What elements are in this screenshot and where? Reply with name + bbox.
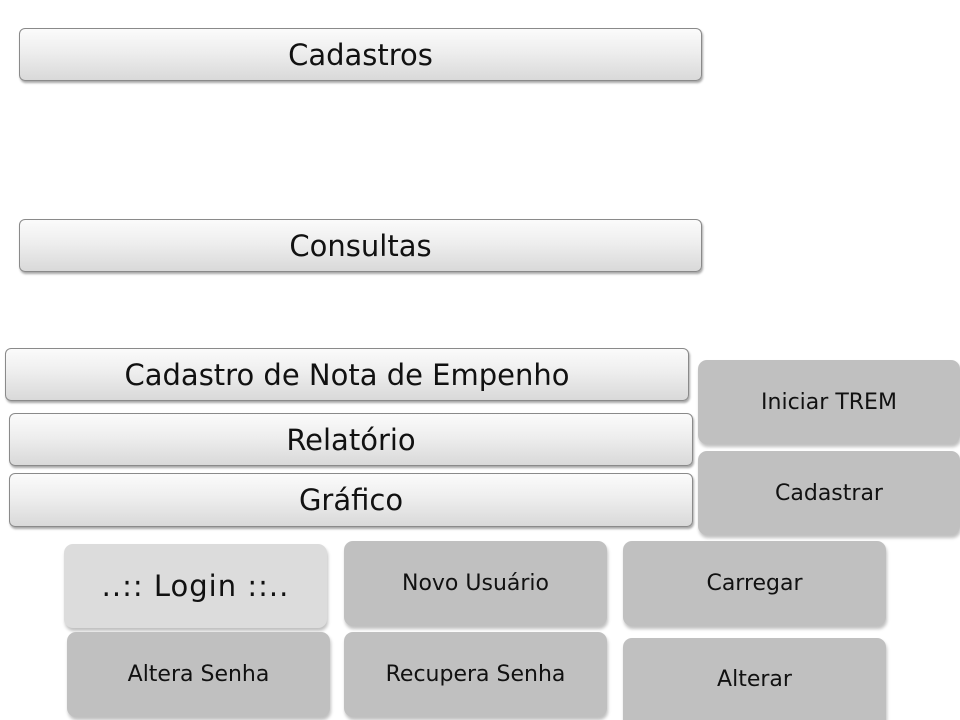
carregar-label: Carregar: [706, 571, 803, 596]
iniciar-trem-button[interactable]: Iniciar TREM: [698, 360, 960, 444]
cadastrar-button[interactable]: Cadastrar: [698, 451, 960, 535]
novo-usuario-label: Novo Usuário: [402, 571, 549, 596]
carregar-button[interactable]: Carregar: [623, 541, 886, 626]
iniciar-trem-label: Iniciar TREM: [761, 389, 897, 415]
cadastro-nota-empenho-button[interactable]: Cadastro de Nota de Empenho: [5, 348, 689, 401]
login-button[interactable]: ..:: Login ::..: [64, 544, 327, 628]
cadastrar-label: Cadastrar: [775, 480, 883, 506]
novo-usuario-button[interactable]: Novo Usuário: [344, 541, 607, 626]
relatorio-label: Relatório: [286, 422, 416, 457]
recupera-senha-label: Recupera Senha: [385, 662, 566, 687]
consultas-button[interactable]: Consultas: [19, 219, 702, 272]
consultas-label: Consultas: [289, 228, 432, 263]
altera-senha-label: Altera Senha: [127, 662, 270, 687]
recupera-senha-button[interactable]: Recupera Senha: [344, 632, 607, 717]
cadastros-label: Cadastros: [288, 37, 433, 72]
grafico-button[interactable]: Gráfico: [9, 473, 693, 527]
relatorio-button[interactable]: Relatório: [9, 413, 693, 466]
cadastro-nota-empenho-label: Cadastro de Nota de Empenho: [124, 357, 570, 392]
alterar-label: Alterar: [717, 666, 792, 692]
login-label: ..:: Login ::..: [101, 569, 290, 603]
alterar-button[interactable]: Alterar: [623, 638, 886, 720]
altera-senha-button[interactable]: Altera Senha: [67, 632, 330, 717]
grafico-label: Gráfico: [298, 483, 404, 517]
cadastros-button[interactable]: Cadastros: [19, 28, 702, 81]
